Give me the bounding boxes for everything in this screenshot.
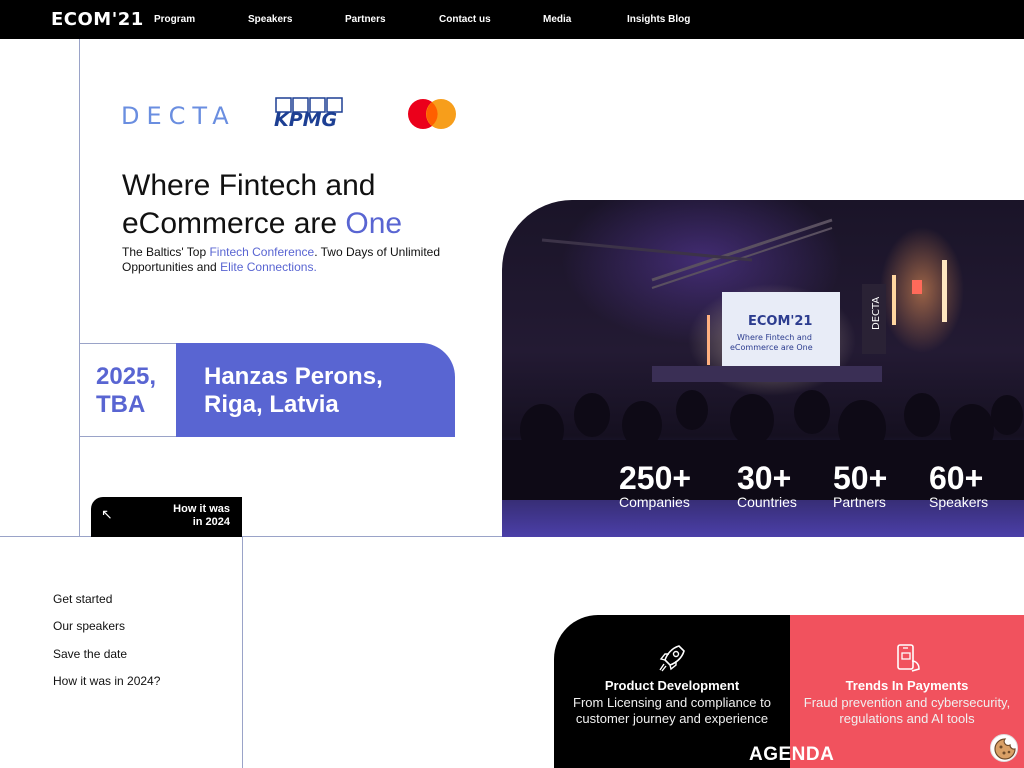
screen-line-1: Where Fintech and bbox=[737, 333, 812, 342]
screen-line-2: eCommerce are One bbox=[730, 343, 813, 352]
stage-banner: DECTA bbox=[871, 297, 882, 330]
headline-accent: One bbox=[345, 207, 403, 240]
subline-text-1: The Baltics' Top bbox=[122, 245, 210, 259]
stat-value: 50+ bbox=[833, 460, 888, 496]
headline-line-1: Where Fintech and bbox=[122, 169, 376, 202]
hero-photo: ECOM'21 Where Fintech and eCommerce are … bbox=[502, 200, 1024, 537]
stat-label: Partners bbox=[833, 494, 886, 510]
date-line-1: 2025, bbox=[96, 363, 157, 390]
how-it-was-label: How it was in 2024 bbox=[130, 503, 230, 529]
grid-line bbox=[79, 39, 80, 537]
nav-media[interactable]: Media bbox=[543, 14, 571, 25]
sidebar-link-how-it-was[interactable]: How it was in 2024? bbox=[53, 674, 160, 688]
mobile-payment-icon bbox=[897, 644, 920, 672]
screen-logo: ECOM'21 bbox=[748, 314, 812, 329]
venue-line-1: Hanzas Perons, bbox=[204, 363, 383, 390]
cookie-settings-button[interactable] bbox=[990, 734, 1018, 762]
card-title: Product Development bbox=[604, 678, 740, 693]
card-description: From Licensing and compliance to custome… bbox=[573, 695, 771, 726]
stat-speakers: 60+ Speakers bbox=[929, 462, 988, 510]
cookie-icon bbox=[994, 738, 1016, 760]
how-it-was-button[interactable]: ↖ How it was in 2024 bbox=[91, 497, 242, 537]
sidebar-link-our-speakers[interactable]: Our speakers bbox=[53, 619, 125, 633]
page: ECOM'21 Program Speakers Partners Contac… bbox=[0, 0, 1024, 768]
stat-partners: 50+ Partners bbox=[833, 462, 887, 510]
arrow-up-left-icon: ↖ bbox=[101, 506, 113, 522]
hero-subline: The Baltics' Top Fintech Conference. Two… bbox=[122, 245, 452, 275]
nav-speakers[interactable]: Speakers bbox=[248, 14, 292, 25]
nav-insights-blog[interactable]: Insights Blog bbox=[627, 14, 690, 25]
date-line-2: TBA bbox=[96, 391, 146, 418]
nav-program[interactable]: Program bbox=[154, 14, 195, 25]
card-description: Fraud prevention and cybersecurity, regu… bbox=[803, 695, 1011, 726]
stat-countries: 30+ Countries bbox=[737, 462, 797, 510]
event-date: 2025, TBA bbox=[96, 363, 176, 419]
top-navigation: ECOM'21 Program Speakers Partners Contac… bbox=[0, 0, 1024, 39]
stat-companies: 250+ Companies bbox=[619, 462, 691, 510]
venue-box: Hanzas Perons, Riga, Latvia bbox=[176, 343, 455, 437]
nav-partners[interactable]: Partners bbox=[345, 14, 386, 25]
grid-line bbox=[242, 537, 243, 768]
nav-contact-us[interactable]: Contact us bbox=[439, 14, 491, 25]
how-it-was-line-2: in 2024 bbox=[192, 516, 230, 528]
stat-value: 30+ bbox=[737, 460, 792, 496]
rocket-icon bbox=[659, 645, 685, 672]
hero-headline: Where Fintech and eCommerce are One bbox=[122, 167, 482, 243]
stat-label: Countries bbox=[737, 494, 797, 510]
sidebar-link-get-started[interactable]: Get started bbox=[53, 592, 112, 606]
card-title: Trends In Payments bbox=[845, 678, 969, 693]
how-it-was-line-1: How it was bbox=[173, 503, 230, 515]
kpmg-logo: KPMG bbox=[274, 97, 343, 129]
kpmg-logo-text: KPMG bbox=[274, 109, 337, 129]
fintech-conference-link[interactable]: Fintech Conference bbox=[209, 245, 314, 259]
venue-text: Hanzas Perons, Riga, Latvia bbox=[204, 363, 444, 419]
headline-line-2: eCommerce are bbox=[122, 207, 346, 240]
agenda-heading: AGENDA bbox=[749, 744, 835, 765]
decta-logo: DECTA bbox=[121, 102, 236, 130]
stat-value: 60+ bbox=[929, 460, 984, 496]
mastercard-logo bbox=[408, 99, 456, 129]
stat-label: Speakers bbox=[929, 494, 989, 510]
stat-value: 250+ bbox=[619, 460, 692, 496]
sidebar-link-save-the-date[interactable]: Save the date bbox=[53, 647, 127, 661]
stat-label: Companies bbox=[619, 494, 690, 510]
venue-line-2: Riga, Latvia bbox=[204, 391, 339, 418]
elite-connections-link[interactable]: Elite Connections. bbox=[220, 260, 317, 274]
ecom-logo[interactable]: ECOM'21 bbox=[51, 9, 144, 30]
